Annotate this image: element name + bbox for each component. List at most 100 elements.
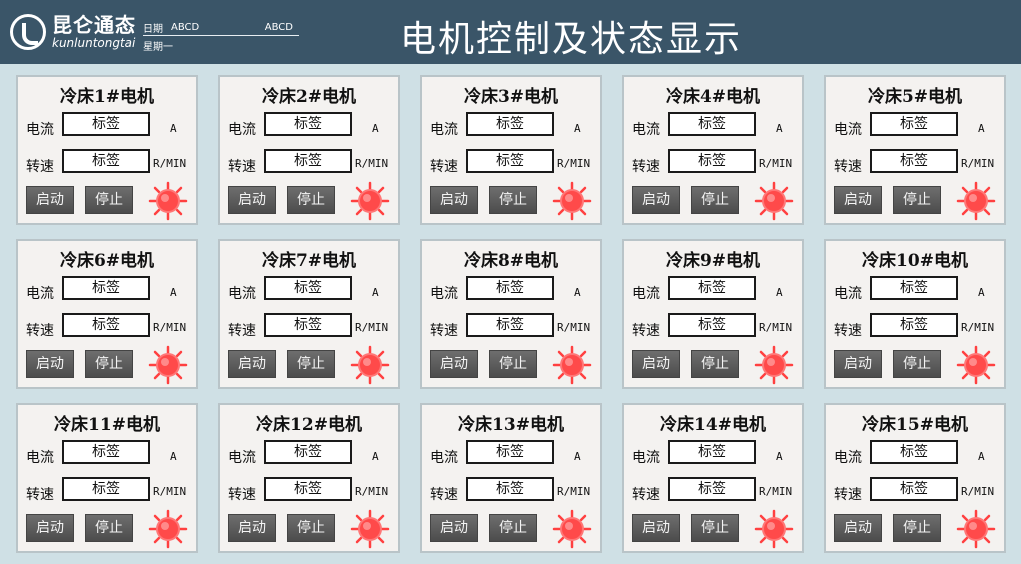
motor-panel-12: 冷床12#电机 电流 标签 A 转速 标签 R/MIN 启动 停止 [218,403,400,553]
page-title: 电机控制及状态显示 [400,19,743,60]
stop-button[interactable]: 停止 [489,186,537,214]
status-lamp-icon [148,345,188,385]
date-value-2: ABCD [264,22,293,33]
start-button[interactable]: 启动 [430,514,478,542]
current-value: 标签 [466,112,554,136]
start-button[interactable]: 启动 [632,350,680,378]
current-label: 电流 [228,286,256,302]
start-button[interactable]: 启动 [430,186,478,214]
speed-label: 转速 [430,487,458,503]
stop-button[interactable]: 停止 [85,186,133,214]
start-button[interactable]: 启动 [834,350,882,378]
motor-panel-title: 冷床10#电机 [862,251,968,271]
speed-label: 转速 [430,159,458,175]
speed-unit: R/MIN [759,321,793,334]
speed-unit: R/MIN [355,485,389,498]
speed-label: 转速 [834,323,862,339]
start-button[interactable]: 启动 [834,186,882,214]
start-button[interactable]: 启动 [26,514,74,542]
speed-unit: R/MIN [961,485,995,498]
stop-button[interactable]: 停止 [893,186,941,214]
current-unit: A [170,286,177,299]
speed-label: 转速 [228,159,256,175]
speed-label: 转速 [228,323,256,339]
start-button[interactable]: 启动 [834,514,882,542]
stop-button[interactable]: 停止 [893,514,941,542]
motor-panel-title: 冷床2#电机 [261,87,357,107]
motor-panel-3: 冷床3#电机 电流 标签 A 转速 标签 R/MIN 启动 停止 [420,75,602,225]
motor-panel-4: 冷床4#电机 电流 标签 A 转速 标签 R/MIN 启动 停止 [622,75,804,225]
motor-panel-title: 冷床6#电机 [59,251,155,271]
start-button[interactable]: 启动 [26,350,74,378]
speed-value: 标签 [466,477,554,501]
motor-panel-title: 冷床12#电机 [256,415,362,435]
speed-label: 转速 [632,159,660,175]
speed-unit: R/MIN [557,321,591,334]
current-value: 标签 [62,112,150,136]
current-label: 电流 [834,450,862,466]
speed-label: 转速 [834,487,862,503]
speed-unit: R/MIN [153,485,187,498]
current-value: 标签 [264,440,352,464]
speed-value: 标签 [466,149,554,173]
current-label: 电流 [26,122,54,138]
motor-panel-13: 冷床13#电机 电流 标签 A 转速 标签 R/MIN 启动 停止 [420,403,602,553]
current-label: 电流 [430,122,458,138]
current-unit: A [574,122,581,135]
start-button[interactable]: 启动 [228,350,276,378]
current-label: 电流 [26,286,54,302]
motor-panel-7: 冷床7#电机 电流 标签 A 转速 标签 R/MIN 启动 停止 [218,239,400,389]
speed-label: 转速 [430,323,458,339]
speed-value: 标签 [264,313,352,337]
motor-panel-8: 冷床8#电机 电流 标签 A 转速 标签 R/MIN 启动 停止 [420,239,602,389]
speed-label: 转速 [228,487,256,503]
stop-button[interactable]: 停止 [691,514,739,542]
current-unit: A [170,122,177,135]
current-value: 标签 [870,276,958,300]
speed-unit: R/MIN [557,485,591,498]
motor-panel-title: 冷床5#电机 [867,87,963,107]
current-value: 标签 [668,440,756,464]
stop-button[interactable]: 停止 [85,514,133,542]
stop-button[interactable]: 停止 [287,350,335,378]
stop-button[interactable]: 停止 [893,350,941,378]
speed-unit: R/MIN [961,157,995,170]
status-lamp-icon [956,181,996,221]
current-label: 电流 [834,122,862,138]
motor-panel-title: 冷床14#电机 [660,415,766,435]
current-label: 电流 [430,450,458,466]
status-lamp-icon [148,181,188,221]
start-button[interactable]: 启动 [228,186,276,214]
speed-unit: R/MIN [153,321,187,334]
stop-button[interactable]: 停止 [489,350,537,378]
start-button[interactable]: 启动 [430,350,478,378]
date-label: 日期 [143,24,163,35]
speed-value: 标签 [668,313,756,337]
motor-panel-14: 冷床14#电机 电流 标签 A 转速 标签 R/MIN 启动 停止 [622,403,804,553]
current-label: 电流 [228,122,256,138]
status-lamp-icon [552,509,592,549]
stop-button[interactable]: 停止 [691,186,739,214]
start-button[interactable]: 启动 [632,514,680,542]
motor-panel-title: 冷床8#电机 [463,251,559,271]
start-button[interactable]: 启动 [632,186,680,214]
motor-panel-15: 冷床15#电机 电流 标签 A 转速 标签 R/MIN 启动 停止 [824,403,1006,553]
logo-en-text: kunluntongtai [52,36,136,50]
current-value: 标签 [62,440,150,464]
motor-panel-title: 冷床9#电机 [665,251,761,271]
stop-button[interactable]: 停止 [691,350,739,378]
stop-button[interactable]: 停止 [85,350,133,378]
current-label: 电流 [632,450,660,466]
status-lamp-icon [552,345,592,385]
motor-panel-title: 冷床4#电机 [665,87,761,107]
logo-cn-text: 昆仑通态 [52,13,136,37]
start-button[interactable]: 启动 [26,186,74,214]
status-lamp-icon [956,345,996,385]
speed-value: 标签 [668,149,756,173]
current-unit: A [978,122,985,135]
stop-button[interactable]: 停止 [489,514,537,542]
stop-button[interactable]: 停止 [287,514,335,542]
start-button[interactable]: 启动 [228,514,276,542]
stop-button[interactable]: 停止 [287,186,335,214]
speed-label: 转速 [26,487,54,503]
